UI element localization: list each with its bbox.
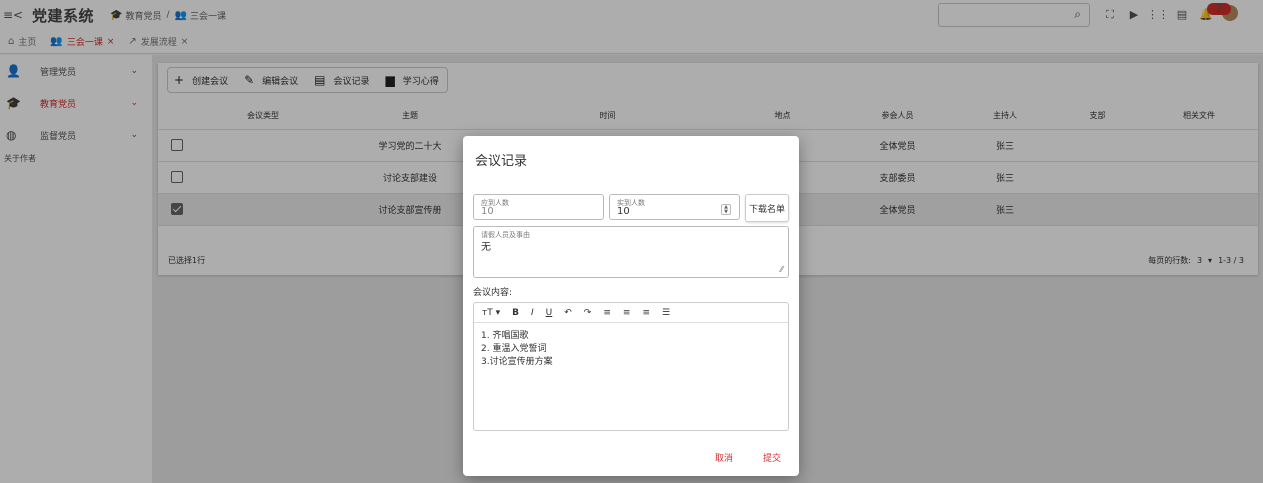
resize-handle-icon[interactable]: ⁄⁄ bbox=[780, 265, 783, 274]
align-right-icon[interactable]: ≡ bbox=[642, 308, 650, 318]
field-value: 无 bbox=[481, 242, 491, 253]
dialog-actions: 取消 提交 bbox=[685, 451, 781, 464]
align-left-icon[interactable]: ≡ bbox=[603, 308, 611, 318]
absence-field[interactable]: 请假人员及事由 无 ⁄⁄ bbox=[473, 226, 789, 278]
editor-content[interactable]: 1. 齐唱国歌 2. 重温入党誓词 3.讨论宣传册方案 bbox=[474, 323, 788, 376]
italic-icon[interactable]: I bbox=[531, 308, 534, 318]
field-value: 10 bbox=[617, 206, 630, 217]
actual-count-field[interactable]: 实到人数 10 ▲ ▼ bbox=[609, 194, 740, 220]
content-line: 1. 齐唱国歌 bbox=[481, 331, 529, 341]
field-value: 10 bbox=[481, 206, 494, 217]
align-center-icon[interactable]: ≡ bbox=[623, 308, 631, 318]
meeting-record-dialog: 会议记录 应到人数 10 实到人数 10 ▲ ▼ 下载名单 请假人员及事由 无 ⁄… bbox=[463, 136, 799, 476]
number-stepper[interactable]: ▲ ▼ bbox=[721, 204, 731, 215]
undo-icon[interactable]: ↶ bbox=[564, 308, 572, 318]
content-line: 3.讨论宣传册方案 bbox=[481, 357, 553, 367]
content-line: 2. 重温入党誓词 bbox=[481, 344, 547, 354]
download-list-button[interactable]: 下载名单 bbox=[745, 194, 789, 222]
bold-icon[interactable]: B bbox=[512, 308, 519, 318]
rich-text-editor[interactable]: тT ▾ B I U ↶ ↷ ≡ ≡ ≡ ☰ 1. 齐唱国歌 2. 重温入党誓词… bbox=[473, 302, 789, 431]
expected-count-field[interactable]: 应到人数 10 bbox=[473, 194, 604, 220]
list-icon[interactable]: ☰ bbox=[662, 308, 670, 318]
redo-icon[interactable]: ↷ bbox=[584, 308, 592, 318]
underline-icon[interactable]: U bbox=[546, 308, 553, 318]
submit-button[interactable]: 提交 bbox=[763, 451, 781, 464]
editor-toolbar: тT ▾ B I U ↶ ↷ ≡ ≡ ≡ ☰ bbox=[474, 303, 788, 323]
content-label: 会议内容: bbox=[473, 288, 513, 298]
cancel-button[interactable]: 取消 bbox=[715, 451, 733, 464]
font-size-icon[interactable]: тT ▾ bbox=[482, 308, 500, 318]
dialog-title: 会议记录 bbox=[475, 154, 528, 169]
